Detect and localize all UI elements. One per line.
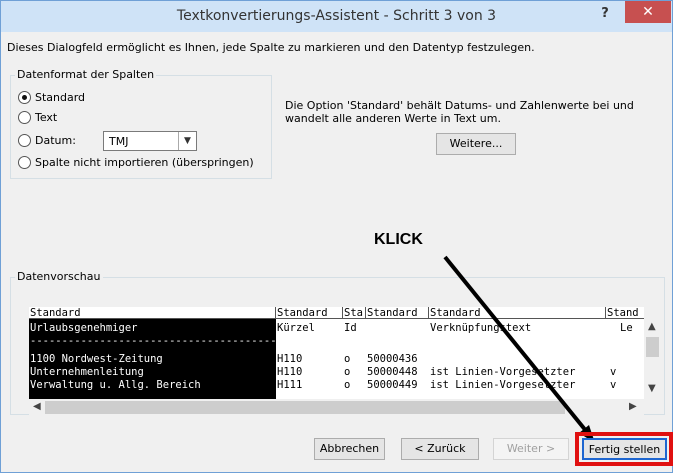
klick-arrow-line [443,255,593,439]
finish-highlight-box [575,432,673,466]
dialog-window: Textkonvertierungs-Assistent - Schritt 3… [0,0,673,473]
klick-arrow-annotation [443,255,595,443]
next-button[interactable]: Weiter > [493,438,569,460]
cancel-button[interactable]: Abbrechen [314,438,385,460]
back-button[interactable]: < Zurück [401,438,479,460]
